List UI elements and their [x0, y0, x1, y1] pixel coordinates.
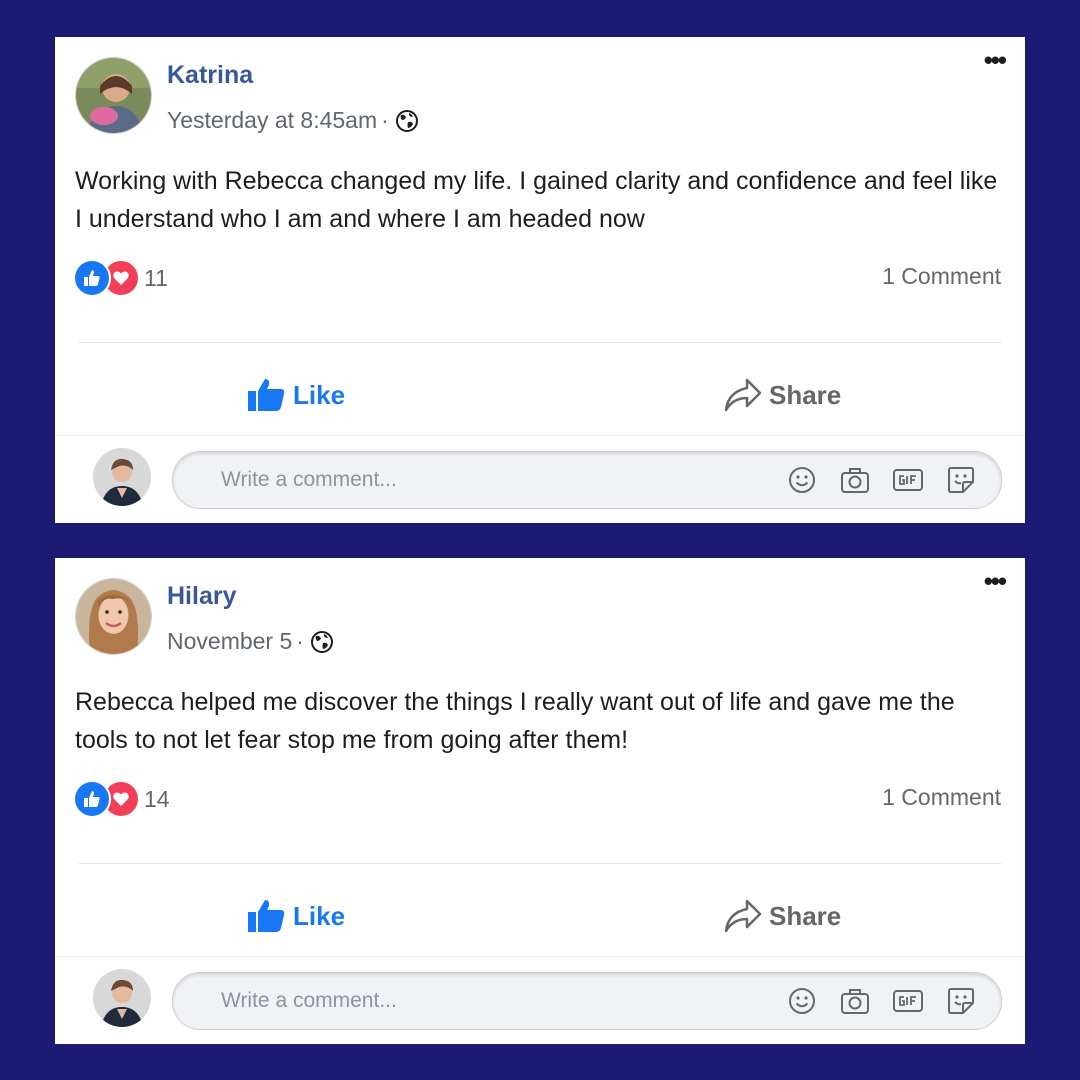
emoji-icon[interactable]	[786, 464, 818, 496]
comment-box	[172, 972, 1002, 1030]
divider	[55, 435, 1025, 436]
post-card: ••• Hilary November 5 · Rebecca helped m…	[55, 558, 1025, 1044]
camera-icon[interactable]	[839, 464, 871, 496]
post-timestamp[interactable]: November 5	[167, 628, 292, 655]
author-name[interactable]: Katrina	[167, 61, 253, 90]
divider	[79, 342, 1001, 343]
share-label: Share	[769, 379, 842, 410]
like-button[interactable]: Like	[247, 898, 345, 934]
share-button[interactable]: Share	[723, 377, 841, 413]
comment-input[interactable]	[221, 973, 741, 1029]
reaction-count: 11	[144, 264, 168, 291]
commenter-avatar[interactable]	[93, 448, 151, 506]
like-label: Like	[293, 900, 346, 931]
author-avatar[interactable]	[75, 57, 152, 134]
sticker-icon[interactable]	[945, 464, 977, 496]
post-text: Working with Rebecca changed my life. I …	[75, 167, 998, 233]
emoji-icon[interactable]	[786, 985, 818, 1017]
globe-icon[interactable]	[310, 630, 334, 654]
meta-separator: ·	[296, 628, 304, 654]
thumbs-up-icon	[73, 259, 111, 297]
author-name[interactable]: Hilary	[167, 582, 236, 611]
comment-count-link[interactable]: 1 Comment	[882, 784, 1001, 811]
more-options-icon[interactable]: •••	[984, 47, 1007, 73]
like-button[interactable]: Like	[247, 377, 345, 413]
gif-icon[interactable]	[892, 985, 924, 1017]
comment-input[interactable]	[221, 452, 741, 508]
divider	[55, 956, 1025, 957]
reaction-summary[interactable]: 14	[73, 780, 170, 818]
comment-box	[172, 451, 1002, 509]
reaction-summary[interactable]: 11	[73, 259, 168, 297]
author-avatar[interactable]	[75, 578, 152, 655]
divider	[79, 863, 1001, 864]
more-options-icon[interactable]: •••	[984, 568, 1007, 594]
post-card: ••• Katrina Yesterday at 8:45am · Workin…	[55, 37, 1025, 523]
share-arrow-icon	[724, 378, 762, 412]
thumbs-up-icon	[248, 379, 285, 411]
commenter-avatar[interactable]	[93, 969, 151, 1027]
like-label: Like	[293, 379, 346, 410]
gif-icon[interactable]	[892, 464, 924, 496]
meta-separator: ·	[381, 107, 389, 133]
post-meta: Yesterday at 8:45am ·	[167, 107, 419, 134]
post-text: Rebecca helped me discover the things I …	[75, 688, 955, 754]
share-arrow-icon	[724, 899, 762, 933]
globe-icon[interactable]	[395, 109, 419, 133]
post-meta: November 5 ·	[167, 628, 334, 655]
thumbs-up-icon	[248, 900, 285, 932]
reaction-count: 14	[144, 785, 170, 812]
share-button[interactable]: Share	[723, 898, 841, 934]
thumbs-up-icon	[73, 780, 111, 818]
sticker-icon[interactable]	[945, 985, 977, 1017]
comment-count-link[interactable]: 1 Comment	[882, 263, 1001, 290]
share-label: Share	[769, 900, 842, 931]
camera-icon[interactable]	[839, 985, 871, 1017]
post-timestamp[interactable]: Yesterday at 8:45am	[167, 107, 377, 134]
